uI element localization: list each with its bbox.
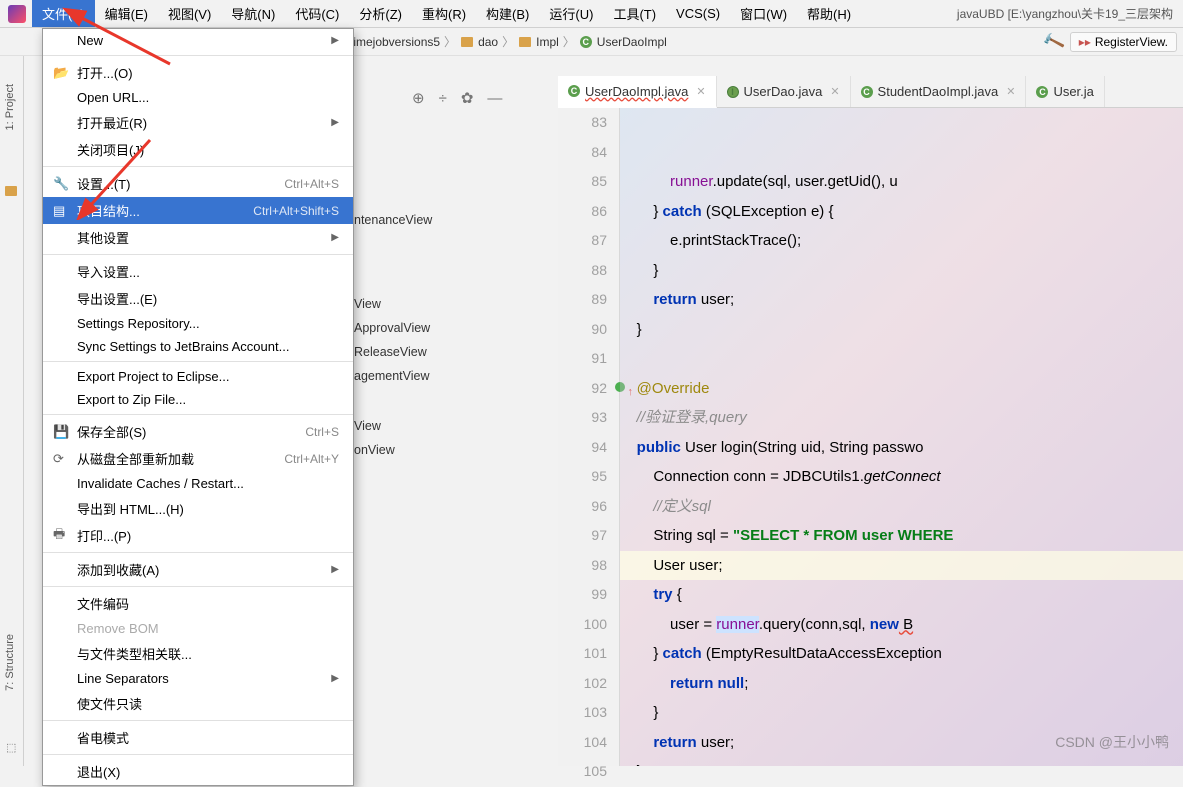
tab-userdaoimpl[interactable]: CUserDaoImpl.java✕ xyxy=(558,76,717,108)
minimize-icon[interactable]: — xyxy=(487,90,502,107)
menu-run[interactable]: 运行(U) xyxy=(539,0,603,27)
menu-file[interactable]: 文件(F) xyxy=(32,0,95,27)
menu-navigate[interactable]: 导航(N) xyxy=(221,0,285,27)
menu-open-recent[interactable]: 打开最近(R)▶ xyxy=(43,109,353,136)
menu-vcs[interactable]: VCS(S) xyxy=(666,2,730,25)
menu-build[interactable]: 构建(B) xyxy=(476,0,539,27)
code-editor[interactable]: runner.update(sql, user.getUid(), u } ca… xyxy=(620,108,1183,766)
menu-remove-bom: Remove BOM xyxy=(43,617,353,640)
menu-open-url[interactable]: Open URL... xyxy=(43,86,353,109)
menu-analyze[interactable]: 分析(Z) xyxy=(349,0,412,27)
main-menubar: 文件(F) 编辑(E) 视图(V) 导航(N) 代码(C) 分析(Z) 重构(R… xyxy=(0,0,1183,28)
menu-open[interactable]: 📂打开...(O) xyxy=(43,59,353,86)
close-icon[interactable]: ✕ xyxy=(1006,85,1015,98)
app-icon xyxy=(8,5,26,23)
menu-import-settings[interactable]: 导入设置... xyxy=(43,258,353,285)
close-icon[interactable]: ✕ xyxy=(830,85,839,98)
menu-close-project[interactable]: 关闭项目(J) xyxy=(43,136,353,163)
menu-export-eclipse[interactable]: Export Project to Eclipse... xyxy=(43,365,353,388)
menu-edit[interactable]: 编辑(E) xyxy=(95,0,158,27)
class-icon: C xyxy=(1036,86,1048,98)
menu-power-save[interactable]: 省电模式 xyxy=(43,724,353,751)
folder-icon xyxy=(519,37,531,47)
menu-view[interactable]: 视图(V) xyxy=(158,0,221,27)
open-icon: 📂 xyxy=(53,65,69,81)
menu-window[interactable]: 窗口(W) xyxy=(730,0,797,27)
class-icon: C xyxy=(568,85,580,97)
folder-icon xyxy=(461,37,473,47)
run-config-selector[interactable]: ▸▸RegisterView. xyxy=(1070,32,1177,52)
folder-icon xyxy=(5,186,17,196)
menu-export-settings[interactable]: 导出设置...(E) xyxy=(43,285,353,312)
save-icon: 💾 xyxy=(53,424,69,440)
menu-settings[interactable]: 🔧设置...(T)Ctrl+Alt+S xyxy=(43,170,353,197)
tool-window-stripe: 1: Project 7: Structure ⬚ xyxy=(0,56,24,766)
menu-sync-jetbrains[interactable]: Sync Settings to JetBrains Account... xyxy=(43,335,353,358)
menu-export-zip[interactable]: Export to Zip File... xyxy=(43,388,353,411)
menu-reload-from-disk[interactable]: ⟳从磁盘全部重新加载Ctrl+Alt+Y xyxy=(43,445,353,472)
target-icon[interactable]: ⊕ xyxy=(412,89,425,107)
menu-refactor[interactable]: 重构(R) xyxy=(412,0,476,27)
menu-help[interactable]: 帮助(H) xyxy=(797,0,861,27)
close-icon[interactable]: ✕ xyxy=(696,85,705,98)
menu-new[interactable]: New▶ xyxy=(43,29,353,52)
gear-icon[interactable]: ✿ xyxy=(461,89,474,107)
collapse-icon[interactable]: ÷ xyxy=(439,90,447,107)
file-menu-dropdown: New▶ 📂打开...(O) Open URL... 打开最近(R)▶ 关闭项目… xyxy=(42,28,354,786)
class-icon: C xyxy=(861,86,873,98)
menu-add-favorites[interactable]: 添加到收藏(A)▶ xyxy=(43,556,353,583)
breadcrumb[interactable]: timejobversions5〉 dao〉 Impl〉 C UserDaoIm… xyxy=(346,33,671,50)
interface-icon: I xyxy=(727,86,739,98)
menu-code[interactable]: 代码(C) xyxy=(285,0,349,27)
structure-tool-button[interactable]: 7: Structure xyxy=(0,626,20,699)
tab-userdao[interactable]: IUserDao.java✕ xyxy=(717,76,851,107)
structure-icon: ▤ xyxy=(53,203,69,219)
tab-user[interactable]: CUser.ja xyxy=(1026,76,1104,107)
menu-export-html[interactable]: 导出到 HTML...(H) xyxy=(43,495,353,522)
tab-studentdaoimpl[interactable]: CStudentDaoImpl.java✕ xyxy=(851,76,1027,107)
menu-print[interactable]: 🖶打印...(P) xyxy=(43,522,353,549)
print-icon: 🖶 xyxy=(53,525,69,547)
menu-line-separators[interactable]: Line Separators▶ xyxy=(43,667,353,690)
project-tree-fragment: ntenanceView View ApprovalView ReleaseVi… xyxy=(354,208,554,462)
menu-settings-repository[interactable]: Settings Repository... xyxy=(43,312,353,335)
menu-other-settings[interactable]: 其他设置▶ xyxy=(43,224,353,251)
class-icon: C xyxy=(580,36,592,48)
menu-invalidate-caches[interactable]: Invalidate Caches / Restart... xyxy=(43,472,353,495)
menu-associate-filetype[interactable]: 与文件类型相关联... xyxy=(43,640,353,667)
menu-exit[interactable]: 退出(X) xyxy=(43,758,353,785)
wrench-icon: 🔧 xyxy=(53,176,69,192)
project-title: javaUBD [E:\yangzhou\关卡19_三层架构 xyxy=(957,5,1183,22)
watermark: CSDN @王小小鸭 xyxy=(1055,732,1169,752)
menu-readonly[interactable]: 使文件只读 xyxy=(43,690,353,717)
menu-project-structure[interactable]: ▤项目结构...Ctrl+Alt+Shift+S xyxy=(43,197,353,224)
build-icon[interactable]: 🔨 xyxy=(1041,29,1067,55)
reload-icon: ⟳ xyxy=(53,451,69,467)
editor-tabs: CUserDaoImpl.java✕ IUserDao.java✕ CStude… xyxy=(558,76,1183,108)
project-toolbar: ⊕ ÷ ✿ — xyxy=(412,84,502,112)
project-tool-button[interactable]: 1: Project xyxy=(0,76,20,138)
menu-save-all[interactable]: 💾保存全部(S)Ctrl+S xyxy=(43,418,353,445)
menu-tools[interactable]: 工具(T) xyxy=(603,0,666,27)
structure-icon: ⬚ xyxy=(6,741,16,754)
editor-gutter: 83 84 85 86 87 88 89 90 91 92↑ 93 94 95 … xyxy=(558,108,620,766)
menu-file-encoding[interactable]: 文件编码 xyxy=(43,590,353,617)
